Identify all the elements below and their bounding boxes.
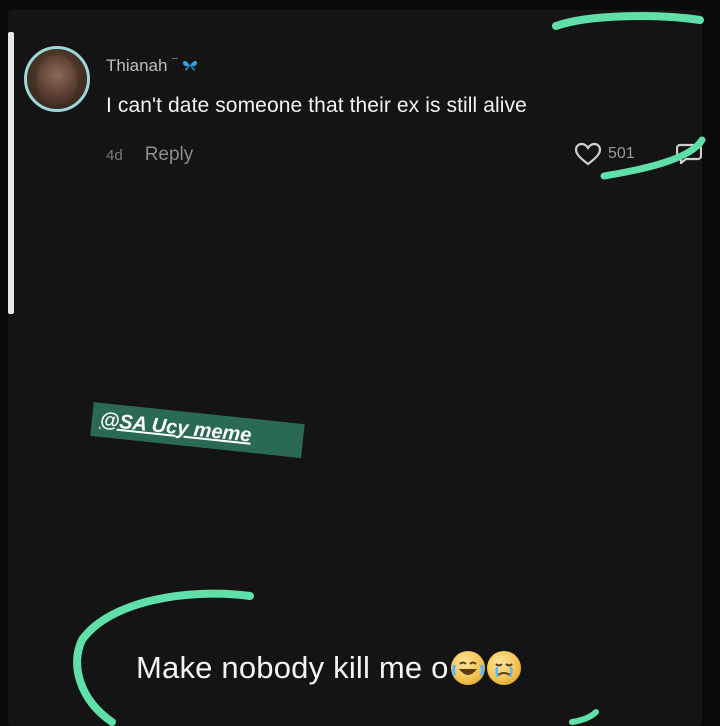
caption-row: Make nobody kill me o: [136, 650, 521, 686]
caption-text: Make nobody kill me o: [136, 650, 449, 685]
timestamp: 4d: [106, 146, 123, 164]
comment-meta: 4d Reply: [106, 144, 193, 166]
butterfly-icon: [183, 61, 198, 71]
username[interactable]: Thianah: [106, 56, 167, 76]
heart-icon[interactable]: [574, 142, 602, 166]
scroll-indicator[interactable]: [8, 32, 14, 314]
avatar[interactable]: [24, 46, 90, 112]
comment-bubble-icon[interactable]: [676, 142, 702, 164]
like-count: 501: [608, 145, 635, 162]
face-with-tears-icon: [486, 651, 521, 685]
comment-panel: Thianah ˉˉ I can't date someone that the…: [8, 10, 702, 726]
face-with-tears-of-joy-icon: [450, 651, 485, 685]
username-row: Thianah ˉˉ: [106, 56, 198, 76]
reply-button[interactable]: Reply: [145, 144, 194, 166]
avatar-photo: [37, 55, 77, 105]
username-badge: ˉˉ: [171, 56, 179, 68]
comment-text: I can't date someone that their ex is st…: [106, 94, 527, 117]
screenshot-stage: Thianah ˉˉ I can't date someone that the…: [0, 0, 720, 726]
like-button[interactable]: 501: [574, 142, 635, 166]
